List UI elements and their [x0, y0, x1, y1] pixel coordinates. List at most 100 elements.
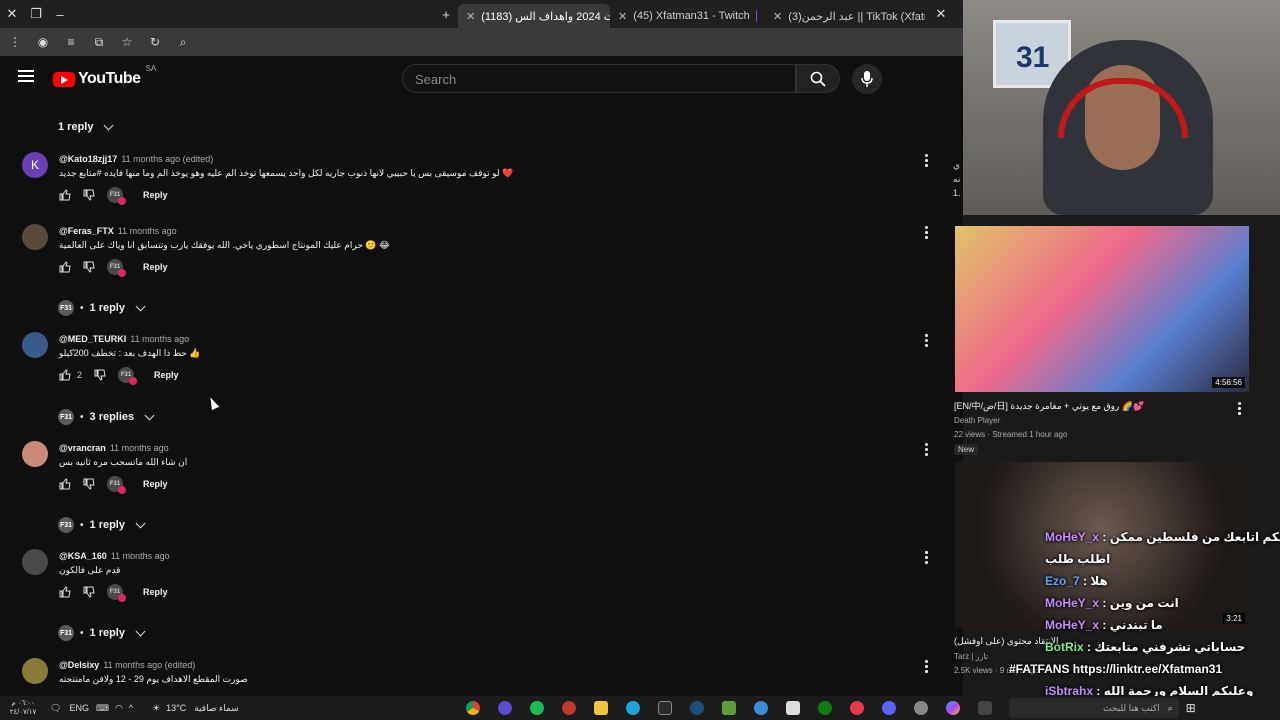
close-tab-icon[interactable]: ✕	[466, 10, 475, 23]
folder-icon[interactable]	[590, 699, 612, 717]
obs-icon[interactable]	[494, 699, 516, 717]
dislike-icon[interactable]	[83, 261, 95, 273]
like-icon[interactable]	[59, 478, 71, 490]
comment-time[interactable]: 11 months ago (edited)	[103, 660, 195, 670]
voice-search-button[interactable]	[852, 64, 882, 94]
app-icon[interactable]	[750, 699, 772, 717]
view-replies-button[interactable]: F31 • 1 reply	[58, 625, 146, 641]
weather-text[interactable]: سماء صافية	[194, 703, 238, 714]
wifi-icon[interactable]: ◠	[115, 703, 123, 714]
like-icon[interactable]	[59, 586, 71, 598]
like-icon[interactable]	[59, 369, 71, 381]
avatar[interactable]	[22, 441, 48, 467]
comment-author[interactable]: @Feras_FTX	[59, 226, 114, 236]
video-title[interactable]: [EN/中/ض/日] روق مع يوتي + مغامرة جديدة 🌈💕	[954, 399, 1144, 412]
hamburger-menu-icon[interactable]	[18, 70, 34, 82]
avatar[interactable]	[22, 658, 48, 684]
comment-author[interactable]: @Kato18zjj17	[59, 154, 117, 164]
streamlabs-icon[interactable]	[558, 699, 580, 717]
avatar[interactable]	[22, 332, 48, 358]
video-channel[interactable]: Death Player	[954, 416, 1000, 425]
video-thumbnail[interactable]: 4:56:56	[955, 226, 1249, 392]
search-input[interactable]: Search	[402, 64, 796, 93]
new-tab-icon[interactable]: +	[434, 0, 458, 28]
taskbar-search[interactable]: اكتب هنا للبحث ⌕	[1008, 698, 1179, 718]
extensions-icon[interactable]: ⧉	[92, 35, 106, 50]
calculator-icon[interactable]	[782, 699, 804, 717]
more-actions-icon[interactable]	[925, 549, 929, 566]
comment-author[interactable]: @KSA_160	[59, 551, 107, 561]
search-button[interactable]	[796, 64, 840, 93]
comment-author[interactable]: @MED_TEURKI	[59, 334, 126, 344]
tab-youtube[interactable]: ✕ (1183) انجازات 2024 واهداف الس	[458, 4, 610, 28]
comment-time[interactable]: 11 months ago	[118, 226, 177, 236]
avatar[interactable]	[22, 224, 48, 250]
like-icon[interactable]	[59, 261, 71, 273]
view-replies-button[interactable]: F31 • 3 replies	[58, 409, 155, 425]
comment-time[interactable]: 11 months ago (edited)	[121, 154, 213, 164]
refresh-icon[interactable]: ↻	[148, 35, 162, 49]
discord-icon[interactable]	[878, 699, 900, 717]
comment-time[interactable]: 11 months ago	[110, 443, 169, 453]
settings-icon[interactable]	[910, 699, 932, 717]
dislike-icon[interactable]	[83, 478, 95, 490]
xbox-icon[interactable]	[814, 699, 836, 717]
more-actions-icon[interactable]	[925, 441, 929, 458]
task-view-icon[interactable]	[974, 699, 996, 717]
reply-button[interactable]: Reply	[143, 190, 168, 200]
dislike-icon[interactable]	[83, 189, 95, 201]
comment-time[interactable]: 11 months ago	[130, 334, 189, 344]
weather-temp[interactable]: 13°C	[166, 703, 186, 713]
tray-expand-icon[interactable]: ^	[129, 703, 133, 713]
view-replies-button[interactable]: F31 • 1 reply	[58, 300, 146, 316]
comment-author[interactable]: @Delsixy	[59, 660, 99, 670]
tab-tiktok[interactable]: ✕ (3)عبد الرحمن || TikTok (Xfatman31)	[765, 4, 925, 28]
reply-button[interactable]: Reply	[143, 262, 168, 272]
comment-author[interactable]: @vrancran	[59, 443, 106, 453]
reply-button[interactable]: Reply	[143, 587, 168, 597]
favorite-star-icon[interactable]: ☆	[120, 35, 134, 49]
more-actions-icon[interactable]	[925, 152, 929, 169]
tab-twitch[interactable]: ✕ (45) Xfatman31 - Twitch	[610, 4, 765, 28]
view-replies-button[interactable]: 1 reply	[58, 120, 114, 133]
restore-window-icon[interactable]: ❐	[24, 0, 48, 28]
start-icon[interactable]: ⊞	[1179, 701, 1203, 715]
close-tab-icon[interactable]: ✕	[618, 10, 627, 23]
profile-icon[interactable]: ◉	[36, 35, 50, 49]
copilot-icon[interactable]	[942, 699, 964, 717]
edge-icon[interactable]	[622, 699, 644, 717]
terminal-icon[interactable]	[654, 699, 676, 717]
video-channel[interactable]: Tarz | تارز	[954, 652, 988, 661]
chat-bubble-icon[interactable]: 🗨	[50, 703, 61, 714]
spotify-icon[interactable]	[526, 699, 548, 717]
video-title[interactable]: الانتقاد محتوى (على اوفشل)	[954, 636, 1059, 647]
minecraft-icon[interactable]	[718, 699, 740, 717]
more-actions-icon[interactable]	[1238, 400, 1241, 417]
reply-button[interactable]: Reply	[143, 479, 168, 489]
like-icon[interactable]	[59, 189, 71, 201]
close-window-icon[interactable]: ✕	[0, 0, 24, 28]
steam-icon[interactable]	[686, 699, 708, 717]
view-replies-button[interactable]: F31 • 1 reply	[58, 517, 146, 533]
avatar[interactable]: K	[22, 152, 48, 178]
chrome-icon[interactable]	[462, 699, 484, 717]
dislike-icon[interactable]	[83, 586, 95, 598]
keyboard-icon[interactable]: ⌨	[96, 703, 109, 714]
clock[interactable]: ٠٦:٠٠ م ٢٤/٠٧/١٧	[0, 699, 46, 717]
menu-icon[interactable]: ⋮	[8, 35, 22, 49]
valorant-icon[interactable]	[846, 699, 868, 717]
reply-button[interactable]: Reply	[154, 370, 179, 380]
more-actions-icon[interactable]	[925, 658, 929, 675]
more-actions-icon[interactable]	[925, 332, 929, 349]
zoom-icon[interactable]: ⌕	[176, 35, 190, 50]
close-tab-icon[interactable]: ✕	[773, 10, 782, 23]
minimize-window-icon[interactable]: –	[48, 0, 72, 28]
dislike-icon[interactable]	[94, 369, 106, 381]
avatar[interactable]	[22, 549, 48, 575]
close-tab-icon[interactable]: ✕	[929, 0, 953, 28]
more-actions-icon[interactable]	[925, 224, 929, 241]
comment-time[interactable]: 11 months ago	[111, 551, 170, 561]
language-indicator[interactable]: ENG	[69, 703, 89, 713]
reading-list-icon[interactable]: ≡	[64, 35, 78, 49]
youtube-logo[interactable]: YouTube SA	[53, 64, 156, 88]
